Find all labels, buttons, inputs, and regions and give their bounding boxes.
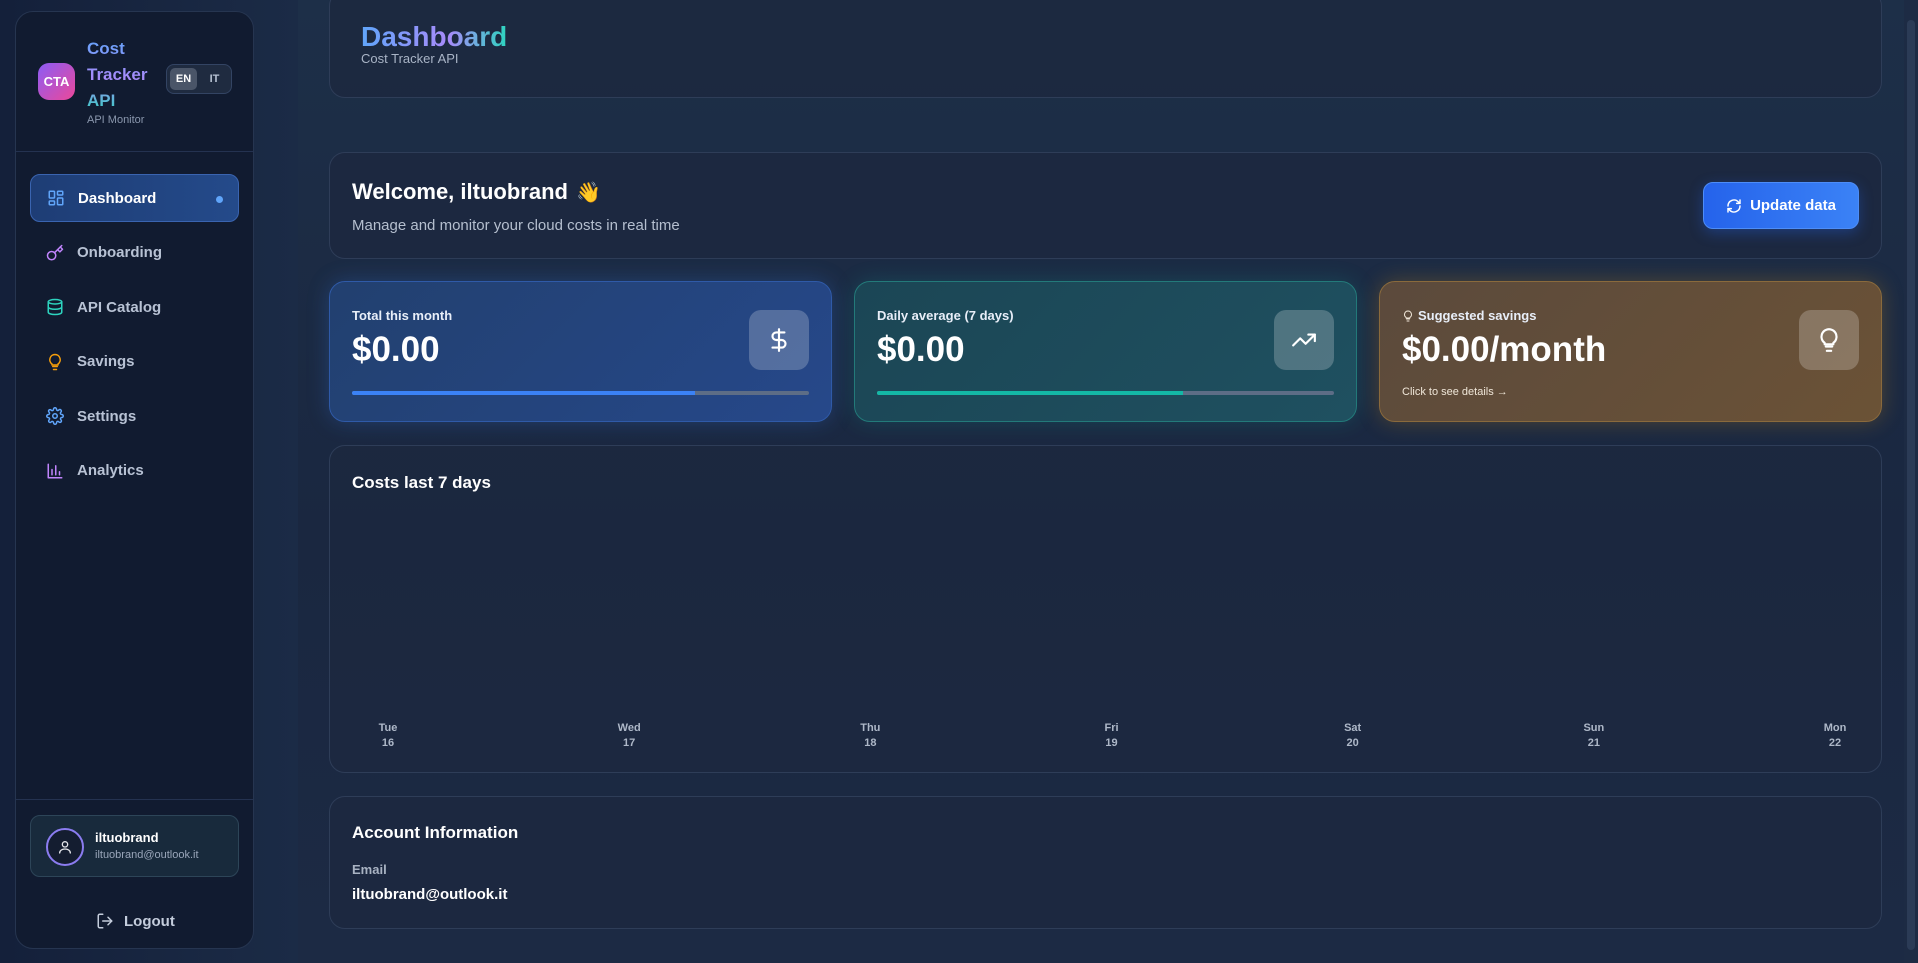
stat-value: $0.00/month (1402, 330, 1607, 369)
x-tick-day: Fri (1104, 722, 1118, 734)
avatar (46, 828, 84, 866)
user-area: iltuobrand iltuobrand@outlook.it Logout (16, 799, 253, 948)
sidebar-item-label: Dashboard (78, 189, 157, 207)
brand-header: CTA Cost Tracker API API Monitor EN IT (16, 12, 253, 152)
scrollbar-thumb[interactable] (1907, 20, 1915, 950)
trending-up-icon (1274, 310, 1334, 370)
x-tick-date: 22 (1829, 737, 1841, 749)
app-logo: CTA (38, 63, 75, 100)
stat-card-daily-average: Daily average (7 days) $0.00 (854, 281, 1357, 422)
welcome-text: Welcome, iltuobrand (352, 179, 568, 204)
logout-button[interactable]: Logout (96, 912, 175, 930)
sidebar-item-label: Savings (77, 353, 135, 370)
account-info-card: Account Information Email iltuobrand@out… (329, 796, 1882, 929)
lightbulb-icon (46, 353, 64, 371)
x-tick-date: 16 (382, 737, 394, 749)
costs-bar-chart: Tue 16 Wed 17 Thu 18 Fri 19 Sat 20 Sun 21 Mon 22 (379, 722, 1847, 749)
user-icon (59, 841, 71, 854)
bar-chart-icon (46, 462, 64, 480)
sidebar-item-label: Onboarding (77, 244, 162, 261)
x-tick-day: Mon (1824, 722, 1847, 734)
active-indicator-dot (216, 196, 223, 203)
stat-card-total-month: Total this month $0.00 (329, 281, 832, 422)
account-title: Account Information (352, 823, 519, 842)
x-tick-date: 19 (1105, 737, 1117, 749)
stat-label: Total this month (352, 308, 453, 323)
sidebar-item-onboarding[interactable]: Onboarding (30, 229, 239, 277)
stat-label-text: Suggested savings (1418, 308, 1537, 323)
x-tick-day: Thu (860, 722, 880, 734)
stat-label: Suggested savings (1402, 308, 1536, 323)
progress-fill (352, 391, 695, 395)
wave-emoji: 👋 (575, 182, 601, 204)
welcome-subtitle: Manage and monitor your cloud costs in r… (352, 217, 680, 234)
sidebar-item-savings[interactable]: Savings (30, 338, 239, 386)
user-email: iltuobrand@outlook.it (95, 849, 199, 861)
lightbulb-icon (1799, 310, 1859, 370)
sidebar-item-api-catalog[interactable]: API Catalog (30, 283, 239, 331)
logout-label: Logout (124, 912, 175, 930)
user-name: iltuobrand (95, 830, 159, 845)
stat-card-suggested-savings[interactable]: Suggested savings $0.00/month Click to s… (1379, 281, 1882, 422)
refresh-icon (1727, 198, 1741, 213)
update-data-button[interactable]: Update data (1703, 182, 1859, 229)
savings-details-link[interactable]: Click to see details → (1402, 386, 1508, 398)
dollar-icon (749, 310, 809, 370)
sidebar-item-dashboard[interactable]: Dashboard (30, 174, 239, 222)
email-label: Email (352, 862, 387, 877)
brand-title: Cost Tracker API (87, 36, 157, 114)
update-data-label: Update data (1750, 197, 1836, 214)
brand-subtitle: API Monitor (87, 114, 145, 126)
lightbulb-small-icon (1404, 310, 1412, 321)
x-tick-day: Sun (1583, 722, 1604, 734)
progress-fill (877, 391, 1184, 395)
welcome-card: Welcome, iltuobrand 👋 Manage and monitor … (329, 152, 1882, 259)
page-title: Dashboard (361, 21, 508, 52)
key-icon (46, 244, 64, 262)
database-icon (46, 298, 64, 316)
sidebar: CTA Cost Tracker API API Monitor EN IT D… (15, 11, 254, 949)
x-tick-day: Sat (1344, 722, 1361, 734)
stat-value: $0.00 (877, 330, 965, 369)
page-subtitle: Cost Tracker API (361, 51, 459, 66)
sidebar-item-label: Settings (77, 407, 137, 425)
x-tick-date: 21 (1588, 737, 1600, 749)
progress-bar (877, 391, 1334, 395)
email-value: iltuobrand@outlook.it (352, 886, 508, 903)
x-tick-day: Wed (618, 722, 641, 734)
gear-icon (46, 407, 64, 425)
sidebar-item-settings[interactable]: Settings (30, 392, 239, 440)
sidebar-item-label: API Catalog (77, 298, 162, 316)
sidebar-item-label: Analytics (77, 462, 144, 479)
sidebar-item-analytics[interactable]: Analytics (30, 447, 239, 495)
progress-bar (352, 391, 809, 395)
page-scrollbar[interactable] (1904, 0, 1918, 963)
x-tick-date: 20 (1347, 737, 1359, 749)
x-tick-day: Tue (379, 722, 398, 734)
logout-icon (97, 913, 113, 929)
language-it-button[interactable]: IT (201, 68, 228, 90)
language-switcher: EN IT (166, 64, 232, 94)
dashboard-icon (47, 189, 65, 207)
sidebar-nav: Dashboard Onboarding API Catalog Savings (30, 174, 239, 501)
user-profile-card[interactable]: iltuobrand iltuobrand@outlook.it (30, 815, 239, 877)
welcome-title: Welcome, iltuobrand 👋 (352, 179, 601, 205)
stat-value: $0.00 (352, 330, 440, 369)
page-header: Dashboard Cost Tracker API (329, 0, 1882, 98)
x-tick-date: 18 (864, 737, 876, 749)
stat-label: Daily average (7 days) (877, 308, 1014, 323)
x-tick-date: 17 (623, 737, 635, 749)
language-en-button[interactable]: EN (170, 68, 197, 90)
costs-chart-card: Costs last 7 days Tue 16 Wed 17 Thu 18 Fri 19 Sa… (329, 445, 1882, 773)
